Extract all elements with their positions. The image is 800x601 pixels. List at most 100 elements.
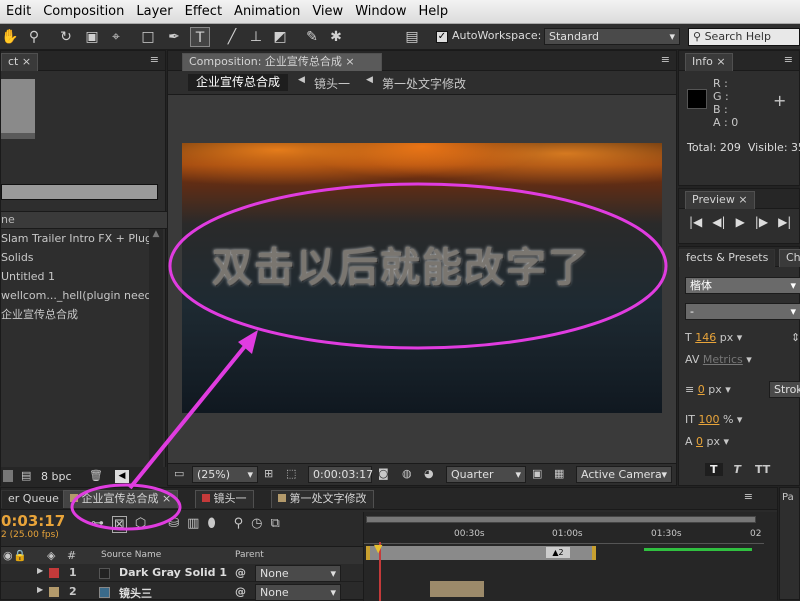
list-item[interactable]: Untitled 1 [1,267,149,286]
expand-icon[interactable]: ▶ [37,585,43,594]
close-icon[interactable]: × [716,55,725,68]
tab-render-queue[interactable]: er Queue [1,490,66,508]
expand-icon[interactable]: ▶ [37,566,43,575]
chevron-down-icon[interactable]: ▾ [746,353,752,366]
close-icon[interactable]: × [345,55,354,68]
first-frame-icon[interactable]: |◀ [689,215,702,229]
graph-editor-icon[interactable]: ⚲ [234,516,244,533]
live-update-icon[interactable]: ⊠ [112,516,127,533]
hand-tool-icon[interactable]: ✋ [0,27,20,47]
mask-visibility-icon[interactable]: ⬚ [286,467,296,480]
font-size-value[interactable]: 146 [695,331,716,344]
previous-frame-icon[interactable]: ◀| [712,215,725,229]
panel-menu-icon[interactable]: ≡ [784,53,793,66]
parent-dropdown[interactable]: None ▾ [255,565,341,582]
hide-shy-icon[interactable]: ⧉ [271,516,280,533]
table-row[interactable]: ▶ 2 镜头三 @ None ▾ [1,583,363,601]
panel-menu-icon[interactable]: ≡ [744,490,753,503]
bit-depth-label[interactable]: 8 bpc [41,470,72,483]
menu-help[interactable]: Help [412,4,454,19]
layer-label-color[interactable] [49,568,59,578]
brainstorm-icon[interactable]: ⬮ [207,516,215,533]
puppet-tool-icon[interactable]: ✱ [326,27,346,47]
pickwhip-icon[interactable]: @ [235,566,246,579]
tab-character[interactable]: Cha [779,249,800,267]
draft-3d-icon[interactable]: ⬡ [135,516,146,533]
rectangle-tool-icon[interactable]: □ [138,27,158,47]
list-item[interactable]: Solids [1,248,149,267]
new-folder-icon[interactable]: ▤ [21,469,31,482]
kerning-value[interactable]: Metrics [703,353,743,366]
timeline-graph[interactable]: 00:30s 01:00s 01:30s 02 ▲2 ▼ [363,512,777,601]
autoworkspace-checkbox[interactable]: ✓ [436,31,448,43]
breadcrumb-item[interactable]: 镜头一 [314,75,350,92]
composition-mini-flowchart-icon[interactable]: ⊶ [91,516,104,533]
type-tool-icon[interactable]: T [190,27,210,47]
breadcrumb-item-active[interactable]: 企业宣传总合成 [188,74,289,91]
chevron-down-icon[interactable]: ▾ [737,413,743,426]
menu-view[interactable]: View [306,4,349,19]
stroke-width-value[interactable]: 0 [698,383,705,396]
camera-dropdown[interactable]: Active Camera ▾ [576,466,672,483]
tab-main-comp[interactable]: 企业宣传总合成 × [63,490,179,508]
snapshot-icon[interactable]: ◙ [378,467,389,480]
tab-shot-one[interactable]: 镜头一 [195,490,254,508]
parent-dropdown[interactable]: None ▾ [255,584,341,601]
interpret-footage-icon[interactable] [3,470,13,482]
menu-composition[interactable]: Composition [37,4,130,19]
panel-menu-icon[interactable]: ≡ [150,53,159,66]
composition-viewer[interactable]: 双击以后就能改字了 [182,143,662,413]
workspace-dropdown[interactable]: Standard ▾ [544,28,680,45]
stroke-dropdown[interactable]: Strok [769,381,800,398]
close-icon[interactable]: × [22,55,31,68]
last-frame-icon[interactable]: ▶| [778,215,791,229]
pen-tool-icon[interactable]: ✒ [164,27,184,47]
stopwatch-icon[interactable]: ◷ [251,516,262,533]
eraser-tool-icon[interactable]: ◩ [270,27,290,47]
next-frame-icon[interactable]: |▶ [755,215,768,229]
color-channels-icon[interactable]: ◕ [424,467,434,480]
workspace-menu-icon[interactable]: ▤ [402,27,422,47]
tab-composition[interactable]: Composition: 企业宣传总合成 × [182,53,382,71]
chevron-down-icon[interactable]: ▾ [737,331,743,344]
close-icon[interactable]: × [162,492,171,505]
trash-icon[interactable]: 🗑 [89,469,103,482]
resolution-dropdown[interactable]: Quarter ▾ [446,466,526,483]
layer-name[interactable]: Dark Gray Solid 1 [119,566,227,579]
font-family-dropdown[interactable]: 楷体 ▾ [685,277,800,294]
menu-effect[interactable]: Effect [179,4,228,19]
brush-tool-icon[interactable]: ╱ [222,27,242,47]
roto-brush-tool-icon[interactable]: ✎ [302,27,322,47]
layer-label-color[interactable] [49,587,59,597]
play-icon[interactable]: ▶ [736,215,745,229]
pickwhip-icon[interactable]: @ [235,585,246,598]
chevron-down-icon[interactable]: ▾ [725,383,731,396]
menu-layer[interactable]: Layer [130,4,178,19]
menu-animation[interactable]: Animation [228,4,306,19]
menu-edit[interactable]: Edit [0,4,37,19]
font-style-dropdown[interactable]: - ▾ [685,303,800,320]
work-area-range[interactable]: ▲2 [366,546,596,560]
paragraph-tab-stub[interactable]: Pa [782,492,794,503]
layer-name[interactable]: 镜头三 [119,585,152,601]
overlay-text[interactable]: 双击以后就能改字了 [212,235,590,293]
tab-info[interactable]: Info × [685,53,733,71]
baseline-shift-value[interactable]: 0 [696,435,703,448]
layer-bar[interactable] [430,581,484,597]
always-preview-icon[interactable]: ▭ [174,467,184,480]
faux-bold-button[interactable]: T [705,463,723,476]
panel-menu-icon[interactable]: ≡ [661,53,670,66]
time-ruler[interactable]: 00:30s 01:00s 01:30s 02 [364,526,764,544]
transparency-grid-icon[interactable]: ▦ [554,467,564,480]
frame-blending-icon[interactable]: ⛁ [168,516,179,533]
tab-effects-presets[interactable]: fects & Presets [679,249,776,267]
tab-preview[interactable]: Preview × [685,191,755,209]
current-time-field[interactable]: 0:00:03:17 [308,466,373,483]
list-item[interactable]: wellcom..._hell(plugin needed [1,286,149,305]
clone-stamp-tool-icon[interactable]: ⊥ [246,27,266,47]
vertical-scale-value[interactable]: 100 [698,413,719,426]
camera-tool-icon[interactable]: ▣ [82,27,102,47]
all-caps-button[interactable]: TT [752,463,773,476]
show-snapshot-icon[interactable]: ◍ [402,467,412,480]
tab-project[interactable]: ct × [1,53,39,71]
